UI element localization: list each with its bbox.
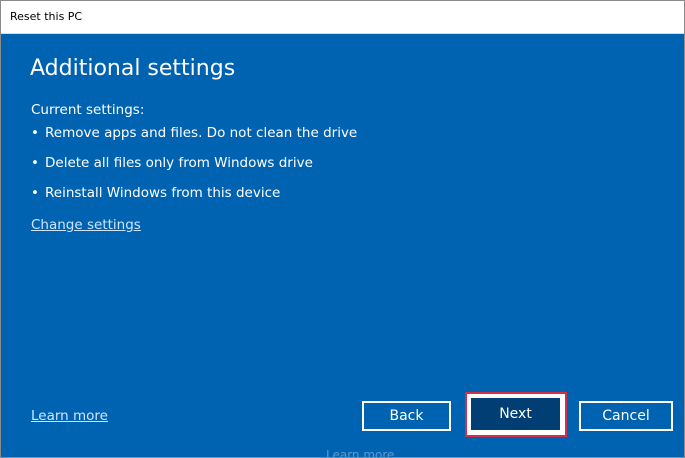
list-item-text: Remove apps and files. Do not clean the … [45,125,358,141]
current-settings-label: Current settings: [31,102,145,118]
bullet-icon: • [31,185,39,201]
list-item: • Remove apps and files. Do not clean th… [31,125,357,155]
change-settings-link[interactable]: Change settings [31,217,141,233]
dialog-content: Additional settings Current settings: • … [1,34,684,457]
page-title: Additional settings [30,56,236,81]
bullet-icon: • [31,125,39,141]
cancel-button[interactable]: Cancel [579,401,673,431]
title-bar: Reset this PC [1,1,684,34]
learn-more-link[interactable]: Learn more [31,408,108,424]
reset-pc-dialog: Reset this PC Additional settings Curren… [0,0,685,458]
next-button[interactable]: Next [471,398,560,430]
list-item: • Delete all files only from Windows dri… [31,155,357,185]
bullet-icon: • [31,155,39,171]
list-item-text: Reinstall Windows from this device [45,185,281,201]
list-item: • Reinstall Windows from this device [31,185,357,215]
window-title: Reset this PC [10,10,83,23]
list-item-text: Delete all files only from Windows drive [45,155,313,171]
back-button[interactable]: Back [362,401,451,431]
current-settings-list: • Remove apps and files. Do not clean th… [31,125,357,215]
ghost-text: Learn more [326,448,395,458]
